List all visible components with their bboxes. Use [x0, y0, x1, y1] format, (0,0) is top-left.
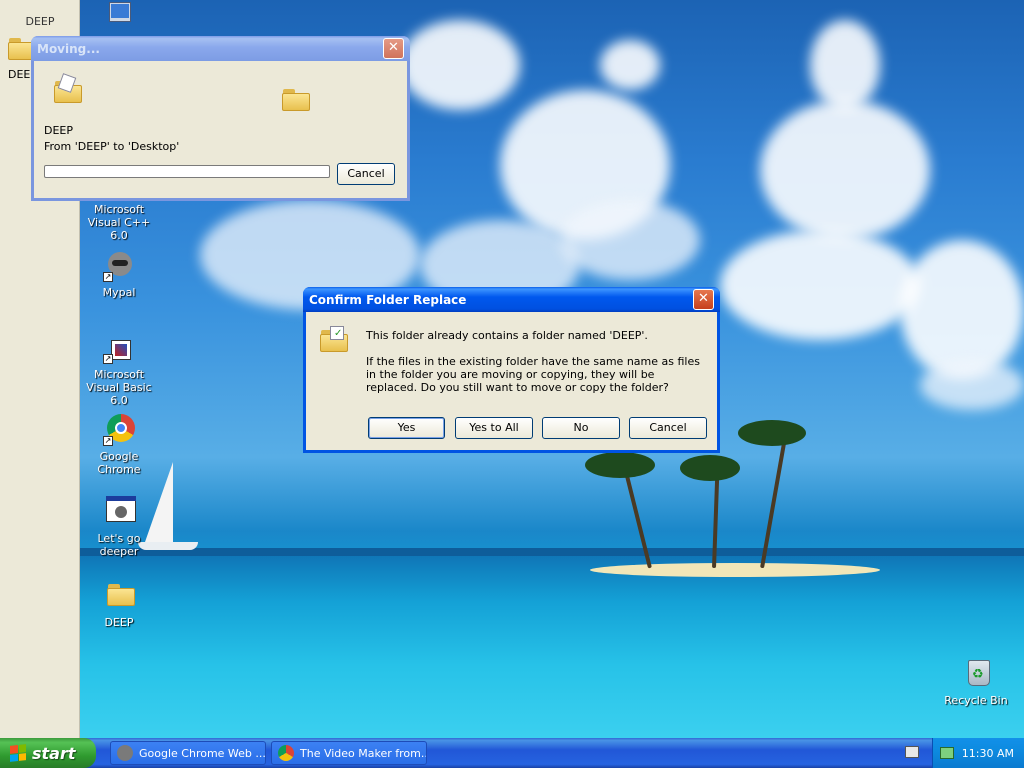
chrome-icon: ↗ — [103, 414, 135, 446]
moving-title: Moving... — [37, 41, 100, 56]
taskbar-item-label: Google Chrome Web ... — [139, 746, 266, 760]
moving-item-name: DEEP — [44, 124, 74, 137]
app-window-icon — [103, 496, 136, 528]
raccoon-icon: ↗ — [103, 250, 135, 282]
recycle-bin-icon: ♻ — [960, 658, 992, 690]
windows-logo-icon — [10, 744, 26, 762]
close-icon[interactable]: ✕ — [693, 289, 714, 310]
explorer-title: DEEP — [25, 15, 55, 28]
confirm-message-line1: This folder already contains a folder na… — [366, 329, 648, 342]
chrome-icon — [278, 745, 294, 761]
desktop-icon-label: Microsoft Visual C++ 6.0 — [87, 203, 151, 242]
taskbar-item-label: The Video Maker from... — [300, 746, 427, 760]
desktop-icon-vb[interactable]: ↗ Microsoft Visual Basic 6.0 — [79, 332, 159, 407]
moving-title-bar[interactable]: Moving... ✕ — [31, 36, 410, 61]
raccoon-icon — [117, 745, 133, 761]
desktop-icon-mypal[interactable]: ↗ Mypal — [79, 250, 159, 299]
start-button[interactable]: start — [0, 738, 96, 768]
progress-bar — [44, 165, 330, 178]
start-label: start — [32, 743, 76, 763]
clock[interactable]: 11:30 AM — [962, 747, 1014, 760]
system-tray: 11:30 AM — [932, 738, 1024, 768]
cancel-button[interactable]: Cancel — [629, 417, 707, 439]
confirm-message-line2: If the files in the existing folder have… — [366, 355, 700, 394]
no-button[interactable]: No — [542, 417, 620, 439]
confirm-folder-replace-dialog: Confirm Folder Replace ✕ ✓ This folder a… — [303, 287, 720, 453]
desktop-icon-deep[interactable]: DEEP — [79, 580, 159, 629]
desktop-icon-label: Google Chrome — [97, 450, 141, 476]
confirm-title: Confirm Folder Replace — [309, 292, 467, 307]
folder-icon — [54, 73, 82, 103]
computer-icon — [103, 2, 135, 34]
close-icon[interactable]: ✕ — [383, 38, 404, 59]
desktop-icon-label: DEEP — [104, 616, 134, 629]
taskbar: start Google Chrome Web ... The Video Ma… — [0, 738, 1024, 768]
folder-replace-icon: ✓ — [320, 326, 348, 352]
desktop-icon-label: Recycle Bin — [944, 694, 1008, 707]
desktop-icon-label: Let's go deeper — [97, 532, 141, 558]
yes-to-all-button[interactable]: Yes to All — [455, 417, 533, 439]
confirm-title-bar[interactable]: Confirm Folder Replace ✕ — [303, 287, 720, 312]
desktop-icon-computer[interactable] — [79, 2, 159, 38]
desktop-icon-lets-go-deeper[interactable]: Let's go deeper — [79, 496, 159, 558]
folder-icon — [103, 580, 135, 612]
yes-button[interactable]: Yes — [368, 417, 445, 439]
network-icon[interactable] — [939, 747, 954, 759]
cancel-button[interactable]: Cancel — [337, 163, 395, 185]
desktop-icon-chrome[interactable]: ↗ Google Chrome — [79, 414, 159, 476]
keyboard-icon[interactable] — [905, 746, 919, 758]
vb-icon: ↗ — [103, 332, 135, 364]
folder-icon — [282, 89, 310, 111]
desktop-icon-recycle-bin[interactable]: ♻ Recycle Bin — [936, 658, 1016, 707]
moving-from-to: From 'DEEP' to 'Desktop' — [44, 140, 180, 153]
moving-dialog: Moving... ✕ DEEP From 'DEEP' to 'Desktop… — [31, 36, 410, 201]
desktop-icon-label: Mypal — [102, 286, 136, 299]
desktop-icon-label: Microsoft Visual Basic 6.0 — [86, 368, 152, 407]
taskbar-item-chrome-web[interactable]: Google Chrome Web ... — [110, 741, 266, 765]
taskbar-item-video-maker[interactable]: The Video Maker from... — [271, 741, 427, 765]
